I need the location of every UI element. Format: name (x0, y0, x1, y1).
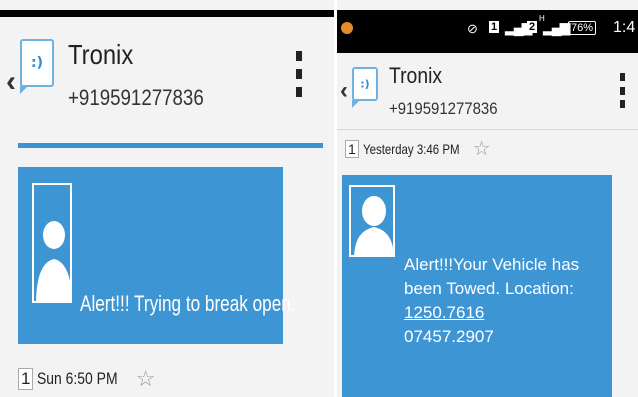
contact-name: Tronix (389, 63, 443, 88)
messaging-app-icon[interactable]: :) (20, 39, 54, 94)
message-text-body: Alert!!!Your Vehicle has been Towed. Loc… (404, 255, 580, 298)
message-text-coordinates: 07457.2907 (404, 327, 494, 346)
messaging-app-icon[interactable]: :) (352, 67, 378, 108)
message-bubble[interactable]: Alert!!!Your Vehicle has been Towed. Loc… (342, 175, 612, 397)
message-timestamp: Sun 6:50 PM (37, 369, 119, 388)
sim1-icon: 1 (489, 21, 500, 33)
contact-avatar (32, 183, 72, 303)
contact-number: +919591277836 (68, 85, 204, 110)
message-count-badge: 1 (345, 139, 359, 158)
right-conversation-screenshot: ⊘ 1 ▂▄▆ 2 H ▂▄▆ 76% 1:4 ‹ :) Tronix +919… (337, 0, 638, 397)
left-conversation-screenshot: ‹ :) Tronix +919591277836 Alert!!! Tryin… (0, 0, 334, 397)
location-link[interactable]: 1250.7616 (404, 303, 484, 322)
contact-avatar (349, 185, 395, 257)
sim2-icon: 2 (527, 21, 538, 33)
status-bar-edge (0, 10, 334, 17)
overflow-menu-icon[interactable] (620, 73, 625, 108)
message-bubble[interactable]: Alert!!! Trying to break open. (18, 167, 296, 344)
status-clock: 1:4 (613, 19, 636, 36)
smiley-face-icon: :) (31, 55, 43, 71)
conversation-header: ‹ :) Tronix +919591277836 (337, 53, 638, 130)
message-text: Alert!!!Your Vehicle has been Towed. Loc… (404, 253, 610, 349)
contact-number: +919591277836 (389, 99, 498, 118)
message-count-badge: 1 (18, 368, 34, 390)
conversation-header: ‹ :) Tronix +919591277836 (0, 17, 334, 137)
star-icon[interactable]: ☆ (136, 366, 156, 392)
message-meta: 1 Yesterday 3:46 PM ☆ (345, 136, 491, 161)
message-text: Alert!!! Trying to break open. (80, 291, 296, 316)
back-arrow-icon[interactable]: ‹ (340, 79, 348, 103)
contact-name: Tronix (68, 39, 134, 70)
person-silhouette-icon (34, 185, 70, 301)
status-bar: ⊘ 1 ▂▄▆ 2 H ▂▄▆ 76% 1:4 (337, 10, 638, 53)
star-icon[interactable]: ☆ (473, 136, 491, 161)
compose-divider-bar (18, 143, 323, 148)
overflow-menu-icon[interactable] (296, 51, 302, 97)
back-arrow-icon[interactable]: ‹ (6, 67, 16, 97)
battery-icon: 76% (568, 21, 597, 35)
smiley-face-icon: :) (360, 77, 370, 91)
message-meta: 1 Sun 6:50 PM ☆ (18, 366, 155, 392)
person-silhouette-icon (351, 187, 393, 255)
notification-icon (341, 22, 353, 34)
wifi-icon: ⊘ (467, 21, 478, 36)
signal-bars-icon-2: ▂▄▆ (543, 19, 570, 35)
message-timestamp: Yesterday 3:46 PM (362, 140, 460, 157)
